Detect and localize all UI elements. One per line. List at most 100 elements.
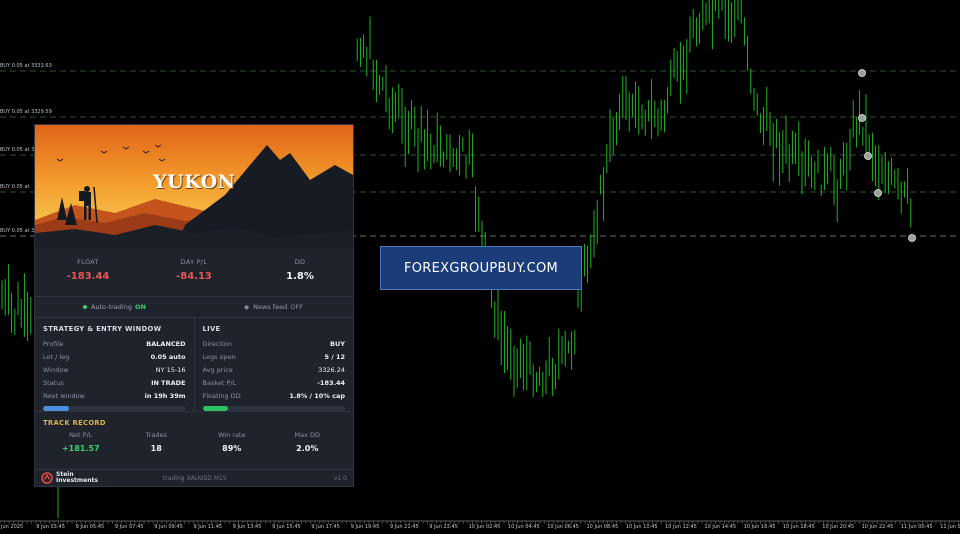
strategy-section: STRATEGY & ENTRY WINDOW Profile BALANCED … (35, 318, 194, 411)
order-marker-icon[interactable] (874, 189, 882, 197)
time-label: 9 Jun 03:45 (36, 524, 65, 530)
track-value: 89% (222, 444, 242, 453)
track-label: Net P/L (69, 431, 93, 439)
chart-window[interactable]: BUY 0.05 at 3333.63 BUY 0.05 at 3329.59 BU… (0, 0, 960, 534)
track-value: 2.0% (296, 444, 319, 453)
kv-row: Window NY 15-16 (43, 363, 186, 376)
time-label: 10 Jun 22:45 (861, 524, 894, 530)
kv-value: in 19h 39m (144, 391, 186, 400)
time-label: 9 Jun 15:45 (272, 524, 301, 530)
progress-fill (202, 406, 229, 411)
order-marker-icon[interactable] (908, 234, 916, 242)
stat-day-pl: DAY P/L -84.13 (141, 258, 247, 296)
kv-value: 5 / 12 (324, 352, 345, 361)
newsfeed-toggle[interactable]: ◆ News feed OFF (194, 303, 353, 311)
time-label: 10 Jun 16:45 (743, 524, 776, 530)
track-label: Trades (145, 431, 167, 439)
brand-title: YUKON (153, 171, 236, 193)
kv-value: 1.8% / 10% cap (289, 391, 345, 400)
kv-row: Avg price 3326.24 (203, 363, 346, 376)
kv-key: Status (43, 378, 64, 387)
stat-label: DAY P/L (180, 258, 208, 266)
kv-row: Next window in 19h 39m (43, 389, 186, 402)
track-label: Win rate (218, 431, 246, 439)
newsfeed-label: News feed (253, 303, 288, 311)
kv-key: Legs open (202, 352, 236, 361)
time-label: 9 Jun 13:45 (232, 524, 262, 530)
stat-label: FLOAT (77, 258, 99, 266)
track-label: Max DD (294, 431, 320, 439)
track-cell: Max DD 2.0% (270, 431, 346, 453)
autotrading-toggle[interactable]: Auto-trading ON (35, 303, 194, 311)
brand-line2: Investments (56, 477, 98, 484)
time-label: 10 Jun 10:45 (625, 524, 658, 530)
panel-footer: Stein Investments trading XAUUSD M15 v1.0 (35, 470, 353, 486)
brand-logo: Stein Investments (41, 472, 151, 484)
order-label: BUY 0.05 at 3 (0, 228, 35, 234)
kv-value: IN TRADE (151, 378, 186, 387)
kv-row: Status IN TRADE (43, 376, 186, 389)
stat-value: -183.44 (66, 271, 110, 282)
info-columns: STRATEGY & ENTRY WINDOW Profile BALANCED … (35, 318, 353, 412)
time-label: 9 Jun 07:45 (114, 524, 144, 530)
kv-key: Window (43, 365, 69, 374)
time-label: 10 Jun 08:45 (586, 524, 619, 530)
kv-value: BALANCED (146, 339, 186, 348)
diamond-icon: ◆ (244, 303, 250, 311)
kv-key: Basket P/L (202, 378, 237, 387)
section-title: STRATEGY & ENTRY WINDOW (43, 325, 162, 333)
order-marker-icon[interactable] (864, 152, 872, 160)
kv-value: BUY (330, 339, 345, 348)
time-label: 9 Jun 21:45 (390, 524, 419, 530)
time-label: 9 Jun 05:45 (75, 524, 105, 530)
version-text: v1.0 (333, 474, 347, 482)
time-label: 11 Jun 01:45 (940, 524, 960, 530)
stats-row: FLOAT -183.44 DAY P/L -84.13 DD 1.8% (35, 248, 353, 296)
time-label: Jun 2025 (1, 524, 24, 530)
dd-progress-bar (202, 406, 345, 411)
time-label: 9 Jun 19:45 (350, 524, 380, 530)
order-label: BUY 0.05 at 3333.63 (0, 63, 52, 69)
kv-value: 3326.24 (318, 365, 345, 374)
kv-value: NY 15-16 (155, 365, 186, 374)
kv-value: -183.44 (317, 378, 345, 387)
kv-key: Profile (43, 339, 64, 348)
panel-banner: YUKON (35, 125, 353, 248)
time-label: 9 Jun 23:45 (429, 524, 458, 530)
track-cell: Net P/L +181.57 (43, 431, 119, 453)
autotrading-label: Auto-trading (91, 303, 132, 311)
order-marker-icon[interactable] (858, 69, 866, 77)
stat-label: DD (294, 258, 306, 266)
time-label: 10 Jun 06:45 (547, 524, 579, 530)
order-marker-icon[interactable] (858, 114, 866, 122)
kv-row: Lot / leg 0.05 auto (43, 350, 186, 363)
kv-value: 0.05 auto (150, 352, 186, 361)
kv-key: Direction (202, 339, 232, 348)
time-label: 10 Jun 12:45 (665, 524, 697, 530)
kv-row: Profile BALANCED (43, 337, 186, 350)
stat-value: 1.8% (286, 271, 314, 282)
time-label: 10 Jun 04:45 (507, 524, 540, 530)
stein-logo-icon (41, 472, 53, 484)
stat-value: -84.13 (176, 271, 212, 282)
track-value: 18 (150, 444, 162, 453)
toggle-row: Auto-trading ON ◆ News feed OFF (35, 296, 353, 318)
status-dot-icon (83, 305, 88, 309)
time-label: 9 Jun 17:45 (311, 524, 340, 530)
kv-row: Direction BUY (203, 337, 346, 350)
kv-row: Floating DD 1.8% / 10% cap (203, 389, 346, 402)
time-label: 10 Jun 14:45 (704, 524, 737, 530)
window-progress-bar (43, 406, 186, 411)
kv-key: Avg price (202, 365, 233, 374)
track-cell: Win rate 89% (194, 431, 270, 453)
track-cell: Trades 18 (119, 431, 195, 453)
ea-panel[interactable]: YUKON FLOAT -183.44 DAY P/L -84.13 DD 1.… (34, 124, 354, 487)
time-label: 10 Jun 20:45 (822, 524, 855, 530)
time-label: 10 Jun 02:45 (468, 524, 501, 530)
brand-name: Stein Investments (56, 472, 98, 484)
track-row: Net P/L +181.57 Trades 18 Win rate 89% Max … (43, 431, 345, 453)
kv-row: Legs open 5 / 12 (203, 350, 346, 363)
section-title: LIVE (202, 325, 221, 333)
time-label: 9 Jun 11:45 (193, 524, 223, 530)
autotrading-value: ON (134, 303, 146, 311)
